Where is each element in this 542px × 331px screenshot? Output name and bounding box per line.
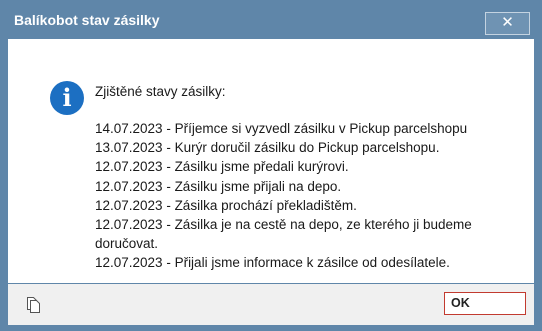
status-line: 14.07.2023 - Příjemce si vyzvedl zásilku…	[95, 121, 468, 136]
close-button[interactable]: ✕	[485, 12, 530, 35]
dialog-window: Balíkobot stav zásilky ✕ i Zjištěné stav…	[0, 0, 542, 331]
status-line: 12.07.2023 - Zásilka je na cestě na depo…	[95, 217, 472, 233]
status-line: 12.07.2023 - Přijali jsme informace k zá…	[95, 255, 450, 271]
ok-button[interactable]: OK	[444, 292, 526, 315]
status-list: 14.07.2023 - Příjemce si vyzvedl zásilku…	[95, 119, 472, 273]
dialog-title: Balíkobot stav zásilky	[14, 12, 160, 28]
status-line: 13.07.2023 - Kurýr doručil zásilku do Pi…	[95, 140, 440, 156]
status-line: 12.07.2023 - Zásilku jsme předali kurýro…	[95, 159, 349, 175]
dialog-footer: OK	[8, 284, 534, 325]
message-area: i Zjištěné stavy zásilky: 14.07.2023 - P…	[8, 39, 534, 283]
copy-icon[interactable]	[25, 296, 41, 314]
status-line: 12.07.2023 - Zásilka prochází překladišt…	[95, 197, 357, 213]
status-line-continuation: doručovat.	[95, 236, 159, 252]
title-bar[interactable]: Balíkobot stav zásilky ✕	[1, 1, 541, 39]
message-heading: Zjištěné stavy zásilky:	[95, 84, 226, 99]
status-line: 12.07.2023 - Zásilku jsme přijali na dep…	[95, 178, 342, 194]
info-icon: i	[50, 81, 84, 115]
